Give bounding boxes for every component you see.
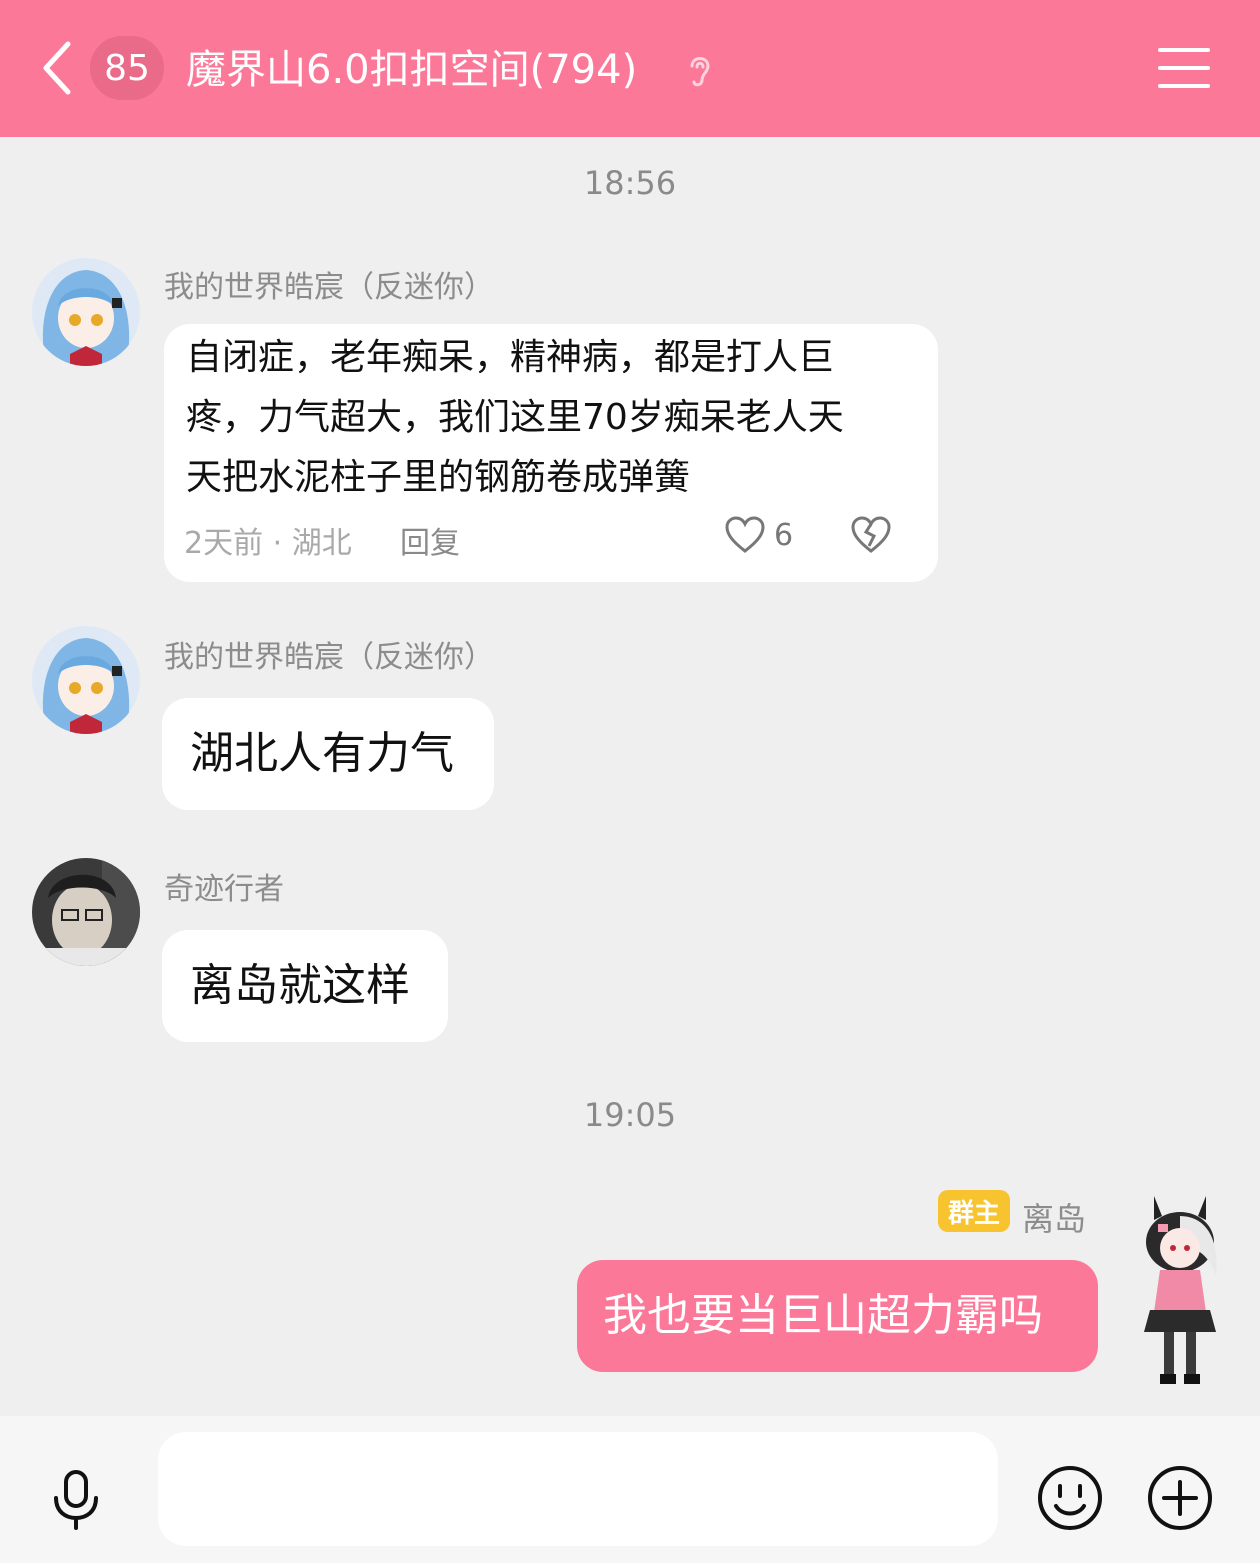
message-text: 我也要当巨山超力霸吗 [603, 1290, 1043, 1341]
message-meta: 2天前 · 湖北 [184, 526, 352, 561]
avatar[interactable] [32, 626, 140, 734]
reply-button[interactable]: 回复 [400, 518, 460, 562]
smiley-icon[interactable] [1036, 1464, 1104, 1532]
ear-icon [690, 57, 710, 87]
timestamp: 19:05 [583, 1096, 677, 1134]
message-text: 离岛就这样 [190, 960, 410, 1011]
unread-count-badge[interactable]: 85 [90, 36, 164, 100]
chevron-left-icon[interactable] [38, 38, 78, 98]
message-input[interactable] [158, 1432, 998, 1546]
broken-heart-icon[interactable] [850, 516, 892, 554]
message-bubble[interactable]: 离岛就这样 [162, 930, 448, 1042]
message-bubble[interactable]: 湖北人有力气 [162, 698, 494, 810]
heart-icon[interactable] [724, 516, 766, 554]
avatar[interactable] [32, 258, 140, 366]
message-bubble[interactable]: 自闭症，老年痴呆，精神病，都是打人巨 疼，力气超大，我们这里70岁痴呆老人天 天… [164, 324, 938, 582]
avatar[interactable] [1124, 1186, 1236, 1388]
microphone-icon[interactable] [48, 1468, 104, 1532]
chat-header: 85 魔界山6.0扣扣空间(794) [0, 0, 1260, 137]
message-text: 湖北人有力气 [190, 728, 454, 779]
sender-name: 我的世界皓宸（反迷你） [164, 640, 494, 675]
sender-name: 奇迹行者 [164, 872, 284, 907]
message-text: 自闭症，老年痴呆，精神病，都是打人巨 疼，力气超大，我们这里70岁痴呆老人天 天… [186, 337, 844, 498]
plus-circle-icon[interactable] [1146, 1464, 1214, 1532]
sender-name: 我的世界皓宸（反迷你） [164, 270, 494, 305]
role-badge: 群主 [938, 1190, 1010, 1232]
avatar[interactable] [32, 858, 140, 966]
group-title[interactable]: 魔界山6.0扣扣空间(794) [186, 40, 637, 100]
message-bubble[interactable]: 我也要当巨山超力霸吗 [577, 1260, 1098, 1372]
timestamp: 18:56 [583, 164, 677, 202]
input-bar [0, 1416, 1260, 1563]
hamburger-menu-icon[interactable] [1158, 46, 1210, 90]
sender-name: 离岛 [1022, 1200, 1087, 1238]
like-count: 6 [774, 518, 794, 553]
